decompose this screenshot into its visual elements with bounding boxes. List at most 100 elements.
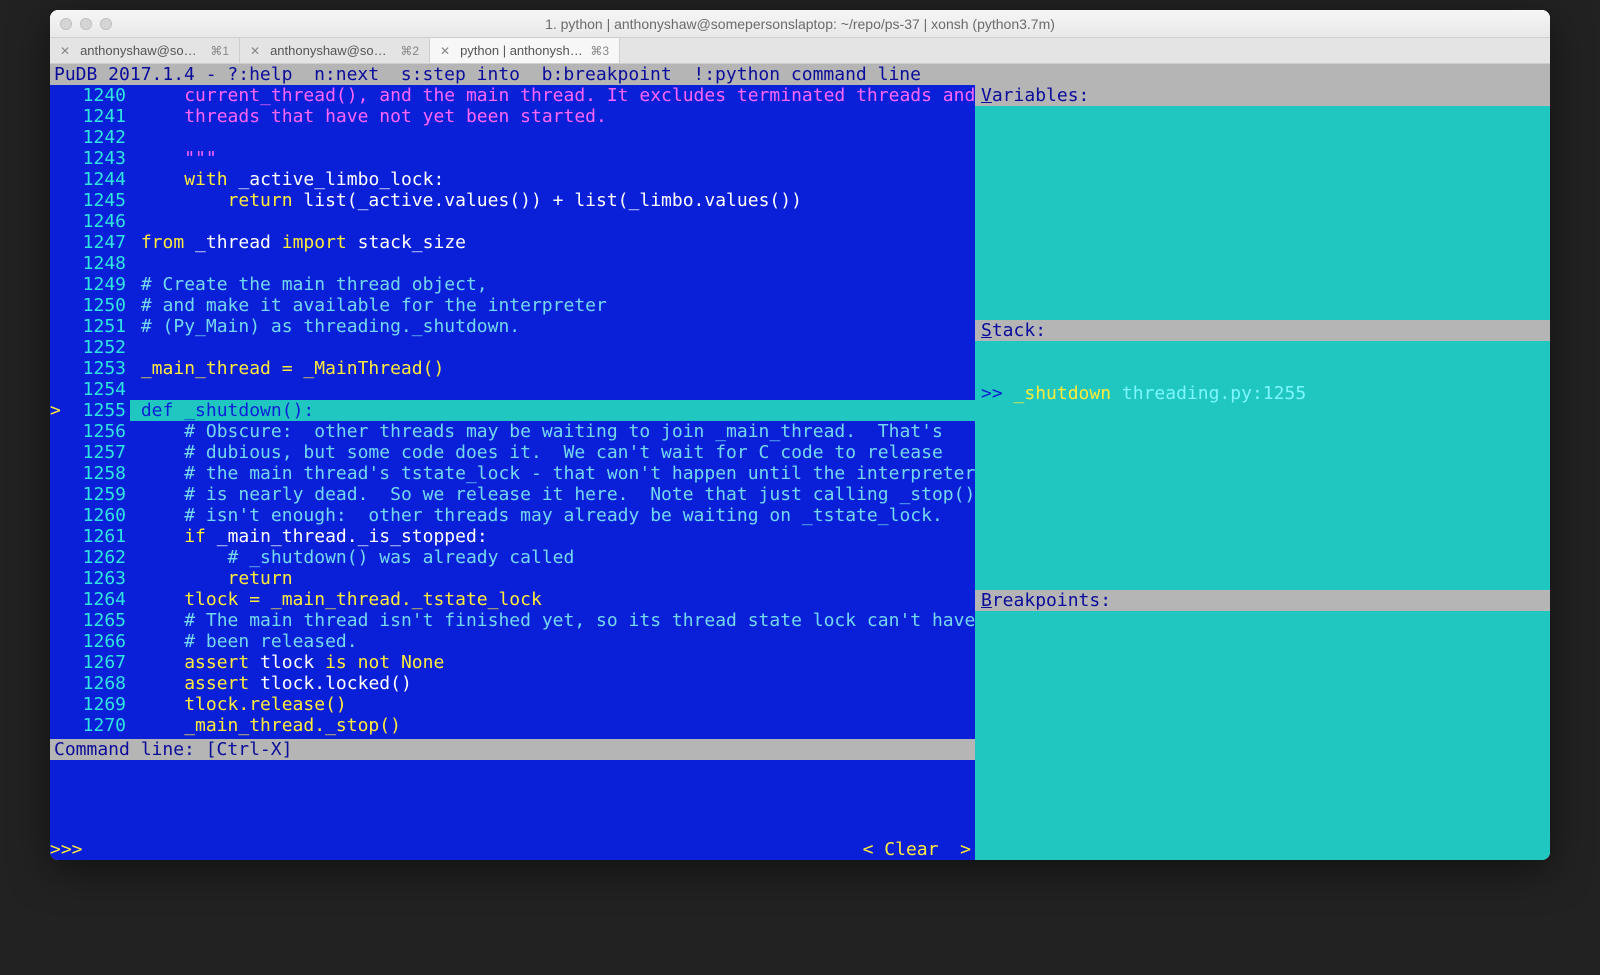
current-line-marker: [50, 253, 64, 274]
line-number: 1244: [64, 169, 130, 190]
variables-hotkey: V: [981, 85, 992, 106]
line-number: 1268: [64, 673, 130, 694]
minimize-window-icon[interactable]: [80, 18, 92, 30]
line-number: 1258: [64, 463, 130, 484]
source-line[interactable]: 1254: [50, 379, 975, 400]
close-tab-icon[interactable]: ✕: [60, 44, 70, 58]
tab-3[interactable]: ✕python | anthonysha…⌘3: [430, 38, 620, 63]
source-line[interactable]: 1269 tlock.release(): [50, 694, 975, 715]
tab-1[interactable]: ✕anthonyshaw@some…⌘1: [50, 38, 240, 63]
source-line[interactable]: 1266 # been released.: [50, 631, 975, 652]
source-line[interactable]: 1259 # is nearly dead. So we release it …: [50, 484, 975, 505]
repl-clear-button[interactable]: < Clear >: [863, 839, 971, 860]
current-line-marker: [50, 442, 64, 463]
variables-label-rest: ariables:: [992, 85, 1090, 106]
stack-panel[interactable]: Stack: >> _shutdown threading.py:1255: [975, 320, 1550, 590]
source-line[interactable]: 1245 return list(_active.values()) + lis…: [50, 190, 975, 211]
source-line[interactable]: 1257 # dubious, but some code does it. W…: [50, 442, 975, 463]
current-line-marker: [50, 589, 64, 610]
repl-area[interactable]: >>> < Clear >: [50, 760, 975, 860]
source-line[interactable]: 1252: [50, 337, 975, 358]
source-line[interactable]: 1260 # isn't enough: other threads may a…: [50, 505, 975, 526]
source-view[interactable]: 1240 current_thread(), and the main thre…: [50, 85, 975, 739]
close-window-icon[interactable]: [60, 18, 72, 30]
source-text: # is nearly dead. So we release it here.…: [130, 484, 975, 505]
source-text: # dubious, but some code does it. We can…: [130, 442, 975, 463]
source-line[interactable]: 1262 # _shutdown() was already called: [50, 547, 975, 568]
stack-header: Stack:: [975, 320, 1550, 341]
terminal: PuDB 2017.1.4 - ?:help n:next s:step int…: [50, 64, 1550, 860]
source-line[interactable]: 1263 return: [50, 568, 975, 589]
tab-label: python | anthonysha…: [460, 43, 584, 58]
source-line[interactable]: 1240 current_thread(), and the main thre…: [50, 85, 975, 106]
source-line[interactable]: 1268 assert tlock.locked(): [50, 673, 975, 694]
source-line[interactable]: 1250 # and make it available for the int…: [50, 295, 975, 316]
breakpoints-panel[interactable]: Breakpoints:: [975, 590, 1550, 860]
current-line-marker: [50, 484, 64, 505]
source-line[interactable]: 1248: [50, 253, 975, 274]
window-controls: [60, 18, 112, 30]
line-number: 1253: [64, 358, 130, 379]
source-text: # Obscure: other threads may be waiting …: [130, 421, 975, 442]
source-line[interactable]: 1243 """: [50, 148, 975, 169]
source-line[interactable]: 1242: [50, 127, 975, 148]
source-text: tlock.release(): [130, 694, 975, 715]
source-line[interactable]: 1244 with _active_limbo_lock:: [50, 169, 975, 190]
source-line[interactable]: 1267 assert tlock is not None: [50, 652, 975, 673]
line-number: 1263: [64, 568, 130, 589]
source-line[interactable]: 1246: [50, 211, 975, 232]
source-text: [130, 211, 975, 232]
tab-label: anthonyshaw@some…: [80, 43, 204, 58]
commandline-label: Command line: [Ctrl-X]: [50, 739, 975, 760]
source-line[interactable]: 1261 if _main_thread._is_stopped:: [50, 526, 975, 547]
source-line[interactable]: 1270 _main_thread._stop(): [50, 715, 975, 736]
pudb-helpbar: PuDB 2017.1.4 - ?:help n:next s:step int…: [50, 64, 1550, 85]
line-number: 1252: [64, 337, 130, 358]
current-line-marker: [50, 694, 64, 715]
variables-header: Variables:: [975, 85, 1550, 106]
line-number: 1260: [64, 505, 130, 526]
tab-2[interactable]: ✕anthonyshaw@some…⌘2: [240, 38, 430, 63]
breakpoints-label-rest: reakpoints:: [992, 590, 1111, 611]
current-line-marker: [50, 463, 64, 484]
source-line[interactable]: 1256 # Obscure: other threads may be wai…: [50, 421, 975, 442]
source-text: [130, 379, 975, 400]
stack-hotkey: S: [981, 320, 992, 341]
source-text: # been released.: [130, 631, 975, 652]
source-line[interactable]: 1249 # Create the main thread object,: [50, 274, 975, 295]
stack-file: threading.py:1255: [1122, 383, 1306, 404]
current-line-marker: [50, 421, 64, 442]
source-text: # the main thread's tstate_lock - that w…: [130, 463, 975, 484]
source-line[interactable]: 1258 # the main thread's tstate_lock - t…: [50, 463, 975, 484]
breakpoints-header: Breakpoints:: [975, 590, 1550, 611]
source-line[interactable]: 1247 from _thread import stack_size: [50, 232, 975, 253]
close-tab-icon[interactable]: ✕: [440, 44, 450, 58]
current-line-marker: [50, 106, 64, 127]
current-line-marker: >: [50, 400, 64, 421]
tabbar: ✕anthonyshaw@some…⌘1✕anthonyshaw@some…⌘2…: [50, 38, 1550, 64]
line-number: 1241: [64, 106, 130, 127]
source-text: # The main thread isn't finished yet, so…: [130, 610, 975, 631]
source-text: """: [130, 148, 975, 169]
source-text: return list(_active.values()) + list(_li…: [130, 190, 975, 211]
source-line[interactable]: 1253 _main_thread = _MainThread(): [50, 358, 975, 379]
source-line[interactable]: 1264 tlock = _main_thread._tstate_lock: [50, 589, 975, 610]
source-text: with _active_limbo_lock:: [130, 169, 975, 190]
window-title: 1. python | anthonyshaw@somepersonslapto…: [50, 16, 1550, 32]
line-number: 1254: [64, 379, 130, 400]
source-line[interactable]: 1265 # The main thread isn't finished ye…: [50, 610, 975, 631]
line-number: 1267: [64, 652, 130, 673]
source-text: if _main_thread._is_stopped:: [130, 526, 975, 547]
source-line[interactable]: >1255 def _shutdown():: [50, 400, 975, 421]
source-line[interactable]: 1241 threads that have not yet been star…: [50, 106, 975, 127]
maximize-window-icon[interactable]: [100, 18, 112, 30]
close-tab-icon[interactable]: ✕: [250, 44, 260, 58]
source-text: return: [130, 568, 975, 589]
current-line-marker: [50, 652, 64, 673]
line-number: 1245: [64, 190, 130, 211]
line-number: 1265: [64, 610, 130, 631]
line-number: 1240: [64, 85, 130, 106]
stack-frame[interactable]: >> _shutdown threading.py:1255: [981, 383, 1544, 404]
source-line[interactable]: 1251 # (Py_Main) as threading._shutdown.: [50, 316, 975, 337]
variables-panel[interactable]: Variables:: [975, 85, 1550, 320]
